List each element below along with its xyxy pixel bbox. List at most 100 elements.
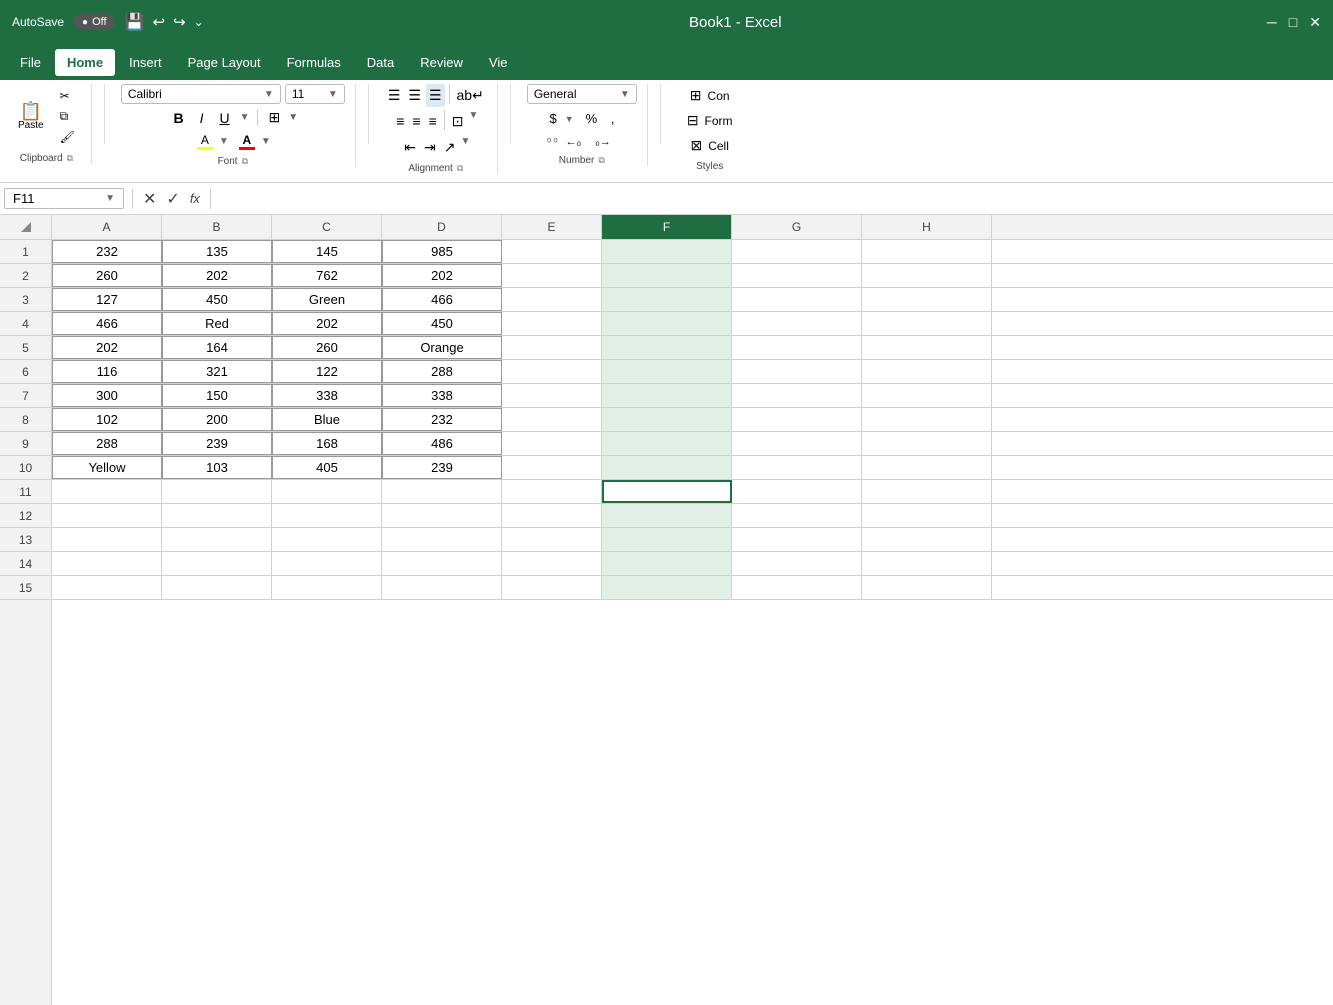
col-header-f[interactable]: F	[602, 215, 732, 239]
cell-g3[interactable]	[732, 288, 862, 311]
cell-c14[interactable]	[272, 552, 382, 575]
cell-d1[interactable]: 985	[382, 240, 502, 263]
cell-g8[interactable]	[732, 408, 862, 431]
cell-e13[interactable]	[502, 528, 602, 551]
cell-c8[interactable]: Blue	[272, 408, 382, 431]
cell-g5[interactable]	[732, 336, 862, 359]
minimize-icon[interactable]: ─	[1267, 14, 1277, 30]
menu-home[interactable]: Home	[55, 49, 115, 76]
cell-b10[interactable]: 103	[162, 456, 272, 479]
underline-button[interactable]: U	[213, 108, 235, 128]
cell-g12[interactable]	[732, 504, 862, 527]
cell-e3[interactable]	[502, 288, 602, 311]
cell-e5[interactable]	[502, 336, 602, 359]
bold-button[interactable]: B	[167, 108, 189, 128]
cell-h1[interactable]	[862, 240, 992, 263]
row-header-2[interactable]: 2	[0, 264, 51, 288]
align-top-left-button[interactable]: ☰	[385, 84, 404, 107]
cell-g10[interactable]	[732, 456, 862, 479]
cell-g14[interactable]	[732, 552, 862, 575]
menu-view[interactable]: Vie	[477, 49, 520, 76]
clipboard-expand-icon[interactable]: ⧉	[67, 153, 73, 164]
cell-b2[interactable]: 202	[162, 264, 272, 287]
border-button[interactable]: ⊞	[265, 107, 285, 128]
cell-e4[interactable]	[502, 312, 602, 335]
col-header-d[interactable]: D	[382, 215, 502, 239]
cell-c1[interactable]: 145	[272, 240, 382, 263]
cell-d11[interactable]	[382, 480, 502, 503]
menu-file[interactable]: File	[8, 49, 53, 76]
cell-d15[interactable]	[382, 576, 502, 599]
cell-b12[interactable]	[162, 504, 272, 527]
row-header-9[interactable]: 9	[0, 432, 51, 456]
increase-decimal-button[interactable]: ₀→	[589, 133, 617, 151]
maximize-icon[interactable]: □	[1289, 14, 1297, 30]
cell-h14[interactable]	[862, 552, 992, 575]
row-header-5[interactable]: 5	[0, 336, 51, 360]
cell-e15[interactable]	[502, 576, 602, 599]
cell-c6[interactable]: 122	[272, 360, 382, 383]
cell-d3[interactable]: 466	[382, 288, 502, 311]
cell-c2[interactable]: 762	[272, 264, 382, 287]
cell-g11[interactable]	[732, 480, 862, 503]
decrease-decimal-button[interactable]: ←₀	[560, 133, 588, 151]
cell-f7[interactable]	[602, 384, 732, 407]
cell-f11[interactable]	[602, 480, 732, 503]
cell-c11[interactable]	[272, 480, 382, 503]
insert-function-button[interactable]: fx	[188, 189, 202, 208]
cell-e14[interactable]	[502, 552, 602, 575]
align-right-button[interactable]: ≡	[426, 110, 440, 133]
cell-b9[interactable]: 239	[162, 432, 272, 455]
currency-button[interactable]: $	[544, 108, 563, 129]
cell-c5[interactable]: 260	[272, 336, 382, 359]
cell-d10[interactable]: 239	[382, 456, 502, 479]
cell-e10[interactable]	[502, 456, 602, 479]
underline-dropdown[interactable]: ▼	[240, 112, 250, 123]
cell-c12[interactable]	[272, 504, 382, 527]
cell-h7[interactable]	[862, 384, 992, 407]
cell-e7[interactable]	[502, 384, 602, 407]
row-header-4[interactable]: 4	[0, 312, 51, 336]
cell-d8[interactable]: 232	[382, 408, 502, 431]
cell-a9[interactable]: 288	[52, 432, 162, 455]
cell-d7[interactable]: 338	[382, 384, 502, 407]
border-dropdown[interactable]: ▼	[288, 112, 298, 123]
percent-button[interactable]: %	[580, 108, 604, 129]
font-expand-icon[interactable]: ⧉	[242, 156, 248, 167]
cell-b15[interactable]	[162, 576, 272, 599]
formula-input[interactable]	[219, 189, 1329, 208]
cell-f1[interactable]	[602, 240, 732, 263]
cell-c9[interactable]: 168	[272, 432, 382, 455]
row-header-15[interactable]: 15	[0, 576, 51, 600]
cell-h6[interactable]	[862, 360, 992, 383]
row-header-6[interactable]: 6	[0, 360, 51, 384]
cell-f10[interactable]	[602, 456, 732, 479]
conditional-formatting-button[interactable]: ⊞ Con	[680, 84, 740, 107]
font-color-button[interactable]: A	[237, 131, 257, 152]
cell-f13[interactable]	[602, 528, 732, 551]
cell-d6[interactable]: 288	[382, 360, 502, 383]
cell-h9[interactable]	[862, 432, 992, 455]
cell-c7[interactable]: 338	[272, 384, 382, 407]
cell-c3[interactable]: Green	[272, 288, 382, 311]
cell-b14[interactable]	[162, 552, 272, 575]
cell-f14[interactable]	[602, 552, 732, 575]
col-header-a[interactable]: A	[52, 215, 162, 239]
cell-d2[interactable]: 202	[382, 264, 502, 287]
cell-h3[interactable]	[862, 288, 992, 311]
col-header-g[interactable]: G	[732, 215, 862, 239]
cell-f9[interactable]	[602, 432, 732, 455]
cell-d13[interactable]	[382, 528, 502, 551]
menu-insert[interactable]: Insert	[117, 49, 174, 76]
cell-e6[interactable]	[502, 360, 602, 383]
row-header-10[interactable]: 10	[0, 456, 51, 480]
orientation-button[interactable]: ↗	[441, 136, 459, 159]
redo-icon[interactable]: ↪	[173, 13, 186, 31]
cell-f4[interactable]	[602, 312, 732, 335]
cell-a14[interactable]	[52, 552, 162, 575]
autosave-toggle[interactable]: ● Off	[74, 14, 115, 30]
currency-dropdown[interactable]: ▼	[565, 114, 574, 124]
cell-h13[interactable]	[862, 528, 992, 551]
copy-button[interactable]: ⧉	[54, 107, 81, 126]
menu-review[interactable]: Review	[408, 49, 475, 76]
